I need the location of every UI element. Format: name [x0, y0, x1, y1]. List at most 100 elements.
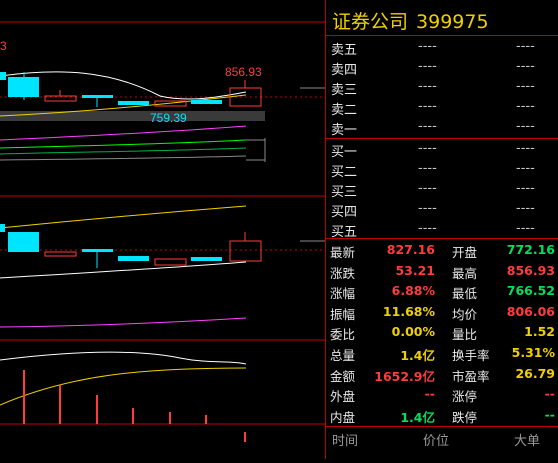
stat-label: 内盘 [330, 409, 356, 425]
candle [8, 232, 39, 252]
ma-line-green2 [0, 147, 247, 155]
mid-ma-yellow [0, 205, 247, 229]
sell-row-5[interactable]: 卖五 ---- ---- [326, 37, 558, 58]
order-price: ---- [418, 39, 437, 54]
stat-label: 均价 [452, 306, 478, 322]
stat-label: 振幅 [330, 306, 356, 322]
divider [326, 35, 558, 36]
stat-label: 外盘 [330, 389, 356, 405]
order-volume: ---- [516, 79, 535, 94]
candle [44, 251, 77, 257]
stat-value: 0.00% [391, 324, 435, 340]
stat-value: 26.79 [515, 365, 555, 381]
stat-row: 振幅 11.68% 均价 806.06 [326, 301, 558, 323]
stat-label: 市盈率 [452, 368, 490, 384]
buy-row-5[interactable]: 买五 ---- ---- [326, 219, 558, 240]
stat-label: 委比 [330, 327, 356, 343]
security-code: 399975 [416, 11, 489, 33]
stat-value: 1652.9亿 [374, 368, 435, 384]
stat-value: 1.4亿 [400, 348, 435, 363]
stat-value: -- [424, 386, 435, 402]
stat-value: -- [544, 386, 555, 402]
stat-label: 量比 [452, 327, 478, 343]
order-volume: ---- [516, 119, 535, 134]
ma-line-gray [0, 155, 247, 161]
kline-chart-area[interactable]: 856.93 759.39 3 [0, 0, 325, 459]
stat-label: 总量 [330, 348, 356, 363]
stat-value: 1.4亿 [400, 409, 435, 425]
footer-price-tab[interactable]: 价位 [423, 430, 449, 449]
order-label: 卖三 [331, 83, 358, 98]
stat-value: 11.68% [382, 303, 435, 319]
mid-ma-magenta [0, 317, 247, 328]
order-label: 买三 [331, 185, 358, 200]
sell-row-2[interactable]: 卖二 ---- ---- [326, 97, 558, 118]
stat-value: 6.88% [391, 283, 435, 299]
stat-value: 772.16 [506, 242, 555, 257]
stat-label: 金额 [330, 368, 356, 384]
stat-label: 涨跌 [330, 265, 356, 281]
candle [229, 240, 262, 262]
vol-ma-yellow [0, 367, 247, 406]
sell-row-3[interactable]: 卖三 ---- ---- [326, 77, 558, 98]
order-price: ---- [418, 141, 437, 156]
order-price: ---- [418, 221, 437, 236]
stat-value: 856.93 [506, 262, 555, 278]
stat-label: 开盘 [452, 245, 478, 260]
vol-ma-white [0, 351, 247, 365]
sell-row-1[interactable]: 卖一 ---- ---- [326, 117, 558, 138]
mid-ma-white [0, 261, 247, 279]
stat-row: 最新 827.16 开盘 772.16 [326, 239, 558, 261]
order-label: 买一 [331, 145, 358, 160]
order-price: ---- [418, 59, 437, 74]
candle [191, 257, 222, 261]
buy-row-3[interactable]: 买三 ---- ---- [326, 179, 558, 200]
order-volume: ---- [516, 99, 535, 114]
stat-value: 766.52 [506, 283, 555, 299]
order-volume: ---- [516, 201, 535, 216]
stat-value: 5.31% [511, 345, 555, 360]
order-price: ---- [418, 79, 437, 94]
ma-line-green [0, 139, 247, 149]
stat-value: 1.52 [524, 324, 555, 340]
candle [154, 258, 187, 266]
footer-volume-tab[interactable]: 大单 [514, 430, 540, 449]
buy-row-4[interactable]: 买四 ---- ---- [326, 199, 558, 220]
order-price: ---- [418, 161, 437, 176]
order-volume: ---- [516, 221, 535, 236]
order-price: ---- [418, 201, 437, 216]
stat-row: 外盘 -- 涨停 -- [326, 383, 558, 405]
stat-value: -- [544, 406, 555, 422]
order-label: 卖一 [331, 123, 358, 138]
low-price-label: 759.39 [150, 111, 187, 125]
stat-label: 最新 [330, 245, 356, 260]
price-band [0, 111, 265, 121]
sell-row-4[interactable]: 卖四 ---- ---- [326, 57, 558, 78]
order-label: 卖二 [331, 103, 358, 118]
order-volume: ---- [516, 59, 535, 74]
buy-row-1[interactable]: 买一 ---- ---- [326, 139, 558, 160]
order-price: ---- [418, 99, 437, 114]
stat-value: 806.06 [506, 303, 555, 319]
corner-price-label: 3 [0, 39, 7, 53]
stat-label: 涨幅 [330, 286, 356, 302]
divider [326, 426, 558, 427]
buy-row-2[interactable]: 买二 ---- ---- [326, 159, 558, 180]
quote-panel: 证券公司 399975 卖五 ---- ---- 卖四 ---- ---- 卖三 ---- -… [325, 0, 558, 459]
stat-label: 跌停 [452, 409, 478, 425]
candle [0, 72, 6, 80]
security-title: 证券公司 399975 [332, 7, 489, 34]
stat-row: 金额 1652.9亿 市盈率 26.79 [326, 363, 558, 385]
footer-time-tab[interactable]: 时间 [332, 430, 358, 449]
kline-chart-svg[interactable]: 856.93 759.39 3 [0, 0, 325, 459]
order-label: 买二 [331, 165, 358, 180]
order-volume: ---- [516, 141, 535, 156]
stat-row: 委比 0.00% 量比 1.52 [326, 321, 558, 343]
high-price-label: 856.93 [225, 65, 262, 79]
order-price: ---- [418, 181, 437, 196]
candle [118, 101, 149, 105]
stat-row: 内盘 1.4亿 跌停 -- [326, 404, 558, 426]
order-volume: ---- [516, 181, 535, 196]
security-name: 证券公司 [332, 11, 409, 33]
stat-row: 涨跌 53.21 最高 856.93 [326, 260, 558, 282]
